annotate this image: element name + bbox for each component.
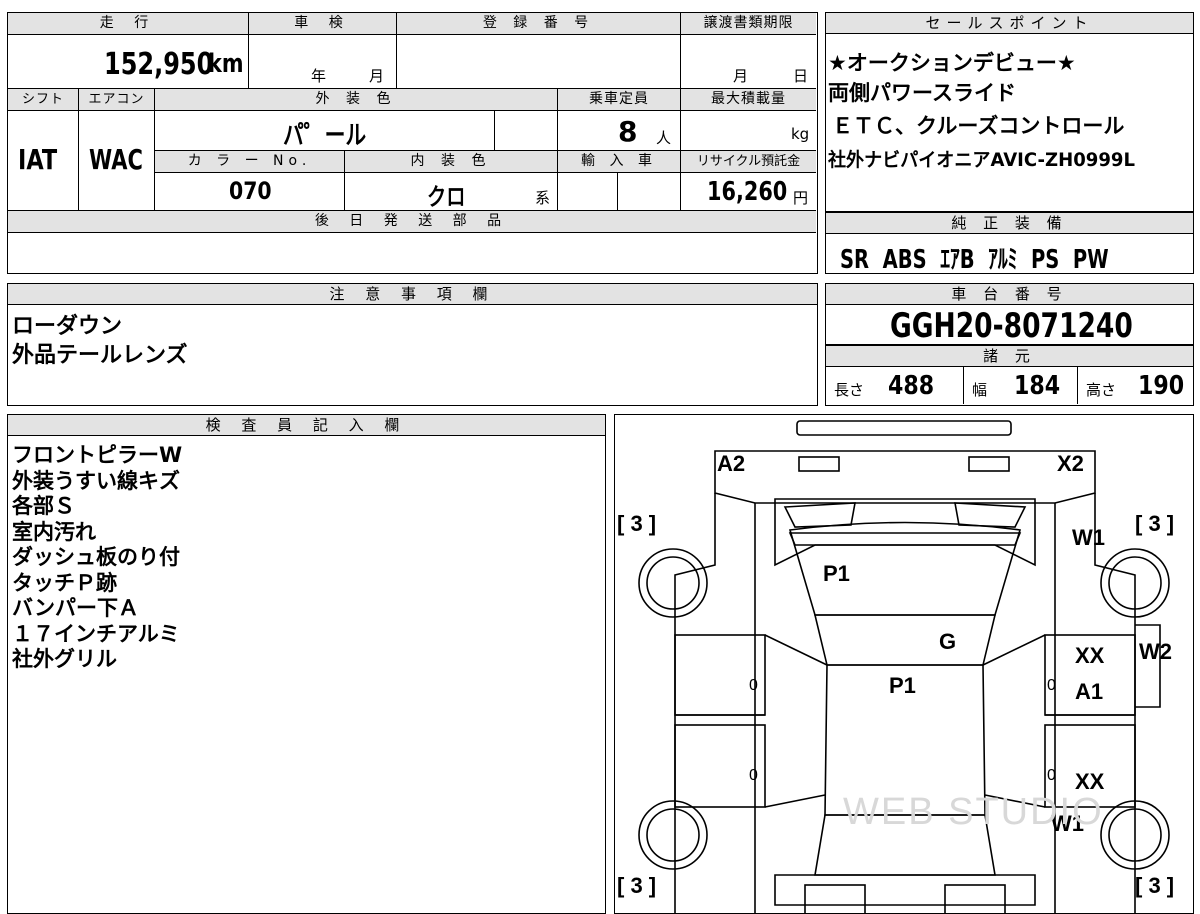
transfer-month: 月 — [733, 67, 749, 85]
height-value: 190 — [1138, 371, 1185, 401]
sales-line-2: 両側パワースライド — [828, 81, 1016, 105]
spec-length: 長さ 488 — [826, 367, 964, 404]
label-a2: A2 — [717, 451, 746, 476]
label-zero-4: 0 — [1047, 767, 1056, 784]
int-color-value: クロ — [427, 183, 466, 211]
import-cell-b — [618, 173, 681, 211]
length-label: 長さ — [834, 381, 865, 399]
shift-header: シフト — [8, 89, 79, 111]
height-label: 高さ — [1086, 381, 1117, 399]
inspector-text: フロントピラーW 外装うすい線キズ 各部Ｓ 室内汚れ ダッシュ板のり付 タッチＰ… — [12, 443, 183, 671]
load-unit: kg — [791, 125, 810, 143]
label-a1: A1 — [1075, 679, 1104, 704]
sales-line-1: ★オークションデビュー★ — [828, 51, 1076, 75]
notes-box: 注 意 事 項 欄 ローダウン 外品テールレンズ — [7, 283, 818, 406]
inspection-cell: 年 月 — [249, 35, 397, 89]
int-color-suffix: 系 — [535, 189, 551, 207]
label-zero-3: 0 — [749, 767, 758, 784]
width-label: 幅 — [972, 381, 988, 399]
color-no-value: 070 — [229, 177, 272, 205]
mileage-unit: km — [208, 49, 244, 79]
transfer-day: 日 — [793, 67, 809, 85]
inspection-header: 車 検 — [249, 13, 397, 35]
mileage-value: 152,950 — [104, 47, 214, 82]
sales-points-header: セールスポイント — [826, 13, 1193, 34]
label-w2: W2 — [1139, 639, 1172, 664]
shift-cell: IAT — [8, 111, 79, 211]
width-value: 184 — [1014, 371, 1061, 401]
transfer-cell: 月 日 — [681, 35, 816, 89]
label-p1-top: P1 — [823, 561, 850, 586]
later-parts-header: 後 日 発 送 部 品 — [8, 211, 816, 233]
notes-header: 注 意 事 項 欄 — [8, 284, 817, 305]
ext-color-cell: パ゜ール — [155, 111, 495, 151]
shift-value: IAT — [18, 143, 58, 176]
recycle-header: リサイクル預託金 — [681, 151, 816, 173]
equipment-box: 純 正 装 備 SR ABS ｴｱB ｱﾙﾐ PS PW — [825, 212, 1194, 275]
transfer-header: 譲渡書類期限 — [681, 13, 816, 35]
ext-color-header: 外 装 色 — [155, 89, 558, 111]
label-x2: X2 — [1057, 451, 1084, 476]
label-zero-1: 0 — [749, 677, 758, 694]
label-w1-top: W1 — [1072, 525, 1105, 550]
mileage-header: 走 行 — [8, 13, 249, 35]
max-load-cell: kg — [681, 111, 816, 151]
label-xx-mid: XX — [1075, 643, 1105, 668]
chassis-box: 車 台 番 号 GGH20-8071240 — [825, 283, 1194, 346]
label-zero-2: 0 — [1047, 677, 1056, 694]
capacity-cell: 8 人 — [558, 111, 681, 151]
reg-no-cell — [397, 35, 681, 89]
ext-color-value: パ゜ール — [283, 121, 367, 151]
recycle-cell: 16,260 円 — [681, 173, 816, 211]
reg-no-header: 登 録 番 号 — [397, 13, 681, 35]
specs-box: 諸 元 長さ 488 幅 184 高さ 190 — [825, 345, 1194, 406]
length-value: 488 — [888, 371, 935, 401]
watermark: WEB STUDIO — [843, 791, 1104, 833]
inspector-header: 検 査 員 記 入 欄 — [8, 415, 605, 436]
aircon-header: エアコン — [79, 89, 155, 111]
capacity-unit: 人 — [656, 129, 672, 147]
equipment-items: SR ABS ｴｱB ｱﾙﾐ PS PW — [840, 245, 1109, 275]
sales-line-3: ＥＴＣ、クルーズコントロール — [832, 114, 1125, 138]
spec-width: 幅 184 — [964, 367, 1078, 404]
max-load-header: 最大積載量 — [681, 89, 816, 111]
specs-header: 諸 元 — [826, 346, 1193, 367]
color-no-cell: 070 — [155, 173, 345, 211]
car-outline — [638, 420, 1170, 913]
sales-points-box: セールスポイント ★オークションデビュー★ 両側パワースライド ＥＴＣ、クルーズ… — [825, 12, 1194, 212]
month-label: 月 — [369, 67, 385, 85]
sales-line-4: 社外ナビパイオニアAVIC-ZH0999L — [828, 149, 1135, 171]
ext-color-sub-cell — [495, 111, 558, 151]
mileage-cell: 152,950 km — [8, 35, 249, 89]
spec-height: 高さ 190 — [1078, 367, 1192, 404]
inspector-box: 検 査 員 記 入 欄 フロントピラーW 外装うすい線キズ 各部Ｓ 室内汚れ ダ… — [7, 414, 606, 914]
color-no-header: カ ラ ー No. — [155, 151, 345, 173]
label-p1-mid: P1 — [889, 673, 916, 698]
bracket-bl: [ 3 ] — [617, 873, 657, 898]
notes-text: ローダウン 外品テールレンズ — [12, 314, 188, 368]
aircon-cell: WAC — [79, 111, 155, 211]
recycle-unit: 円 — [793, 189, 809, 207]
int-color-header: 内 装 色 — [345, 151, 558, 173]
later-parts-cell — [8, 233, 816, 272]
chassis-header: 車 台 番 号 — [826, 284, 1193, 305]
aircon-value: WAC — [89, 143, 143, 176]
capacity-value: 8 — [618, 115, 638, 148]
year-label: 年 — [311, 67, 327, 85]
bracket-br: [ 3 ] — [1135, 873, 1175, 898]
car-diagram: A2 X2 [ 3 ] [ 3 ] W1 P1 G XX W2 P1 0 0 A… — [614, 414, 1194, 914]
recycle-value: 16,260 — [707, 177, 788, 207]
chassis-number: GGH20-8071240 — [890, 306, 1133, 346]
bracket-tl: [ 3 ] — [617, 511, 657, 536]
import-cell-a — [558, 173, 618, 211]
vehicle-info-table: 走 行 車 検 登 録 番 号 譲渡書類期限 152,950 km 年 月 月 … — [7, 12, 818, 274]
bracket-tr: [ 3 ] — [1135, 511, 1175, 536]
import-header: 輸 入 車 — [558, 151, 681, 173]
label-g: G — [939, 629, 957, 654]
int-color-cell: クロ 系 — [345, 173, 558, 211]
capacity-header: 乗車定員 — [558, 89, 681, 111]
equipment-header: 純 正 装 備 — [826, 213, 1193, 234]
